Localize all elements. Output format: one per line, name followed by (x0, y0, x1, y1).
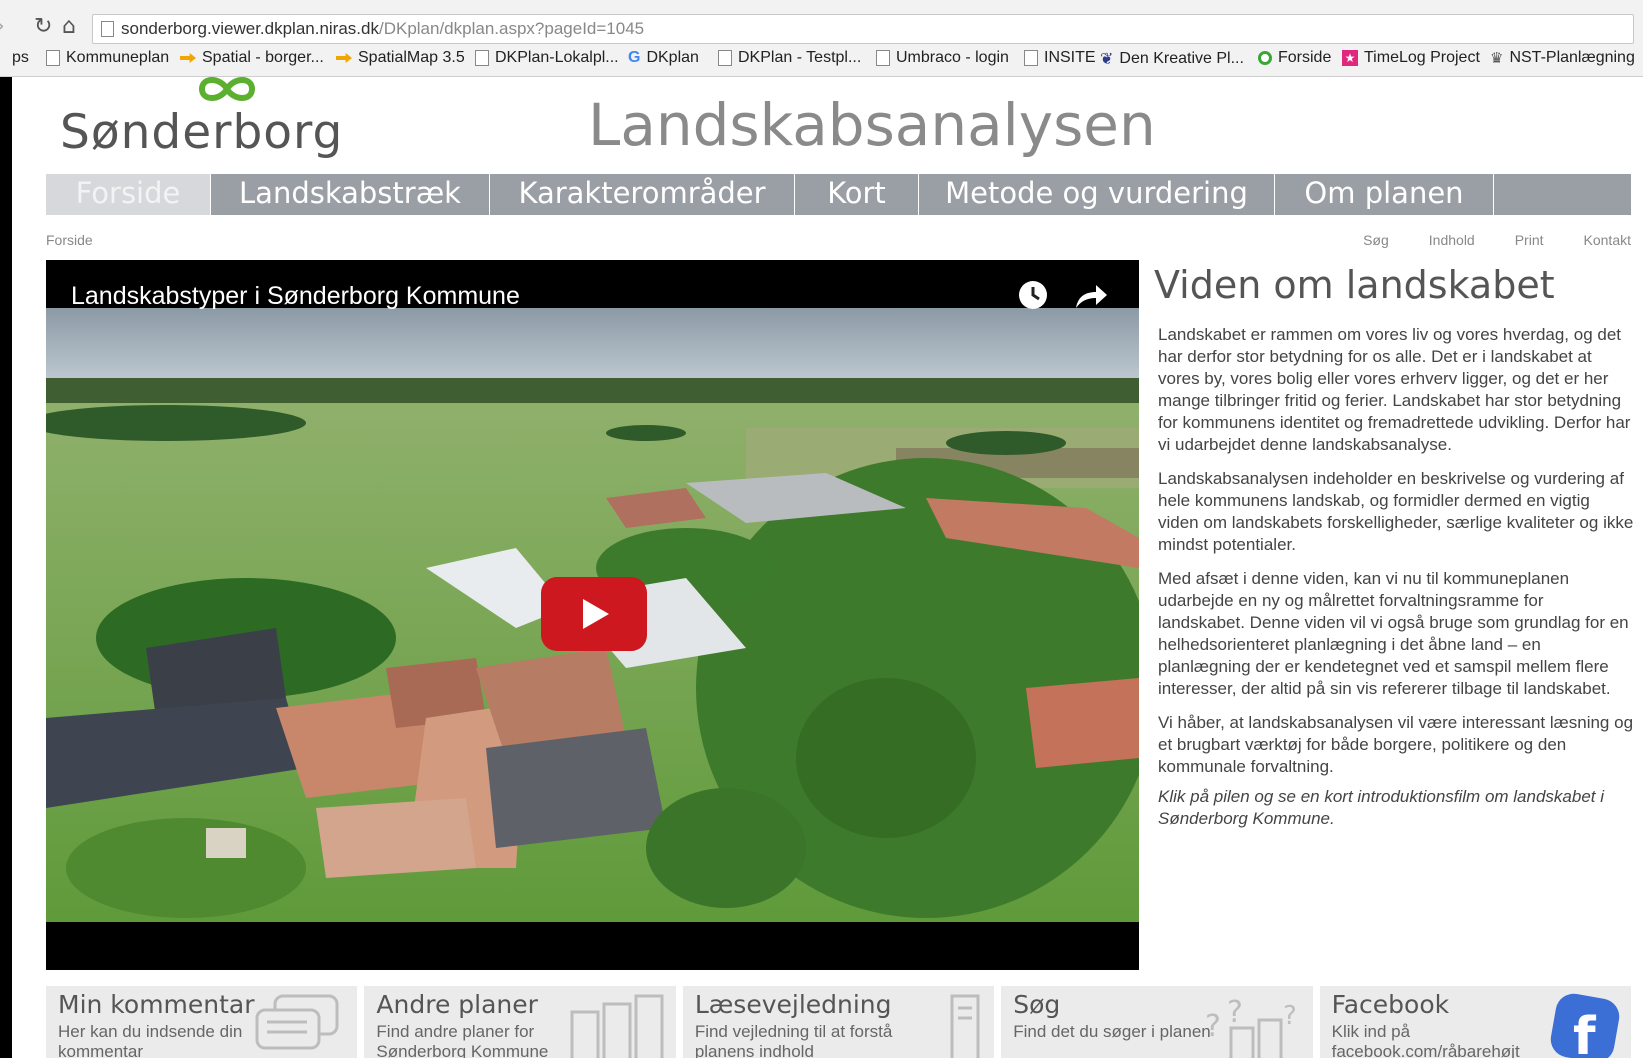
tile-title: Andre planer (376, 990, 538, 1019)
bookmark-item[interactable]: Umbraco - login (876, 49, 1009, 67)
tile-title: Læsevejledning (694, 990, 892, 1019)
bookmark-item[interactable]: Spatial - borger... (180, 49, 324, 67)
article-paragraph: Med afsæt i denne viden, kan vi nu til k… (1158, 569, 1629, 698)
svg-text:f: f (1573, 1007, 1597, 1058)
crown-icon: ♛ (1490, 50, 1504, 67)
article-heading: Viden om landskabet (1154, 263, 1555, 307)
bookmark-item[interactable]: SpatialMap 3.5 (336, 49, 465, 67)
page-icon (876, 50, 890, 66)
arrow-icon (336, 53, 352, 63)
tile-title: Facebook (1331, 990, 1450, 1019)
svg-text:?: ? (1283, 1001, 1297, 1031)
main-navigation: Forside Landskabstræk Karakterområder Ko… (46, 174, 1631, 215)
bookmark-label: Forside (1278, 49, 1332, 66)
logo-text[interactable]: Sønderborg (60, 105, 343, 160)
page-icon (101, 21, 114, 37)
nav-item-om-planen[interactable]: Om planen (1275, 174, 1494, 215)
nav-item-kort[interactable]: Kort (795, 174, 919, 215)
print-link[interactable]: Print (1515, 232, 1544, 248)
bookmark-item[interactable]: DKPlan - Testpl... (718, 49, 861, 67)
reload-icon[interactable]: ↻ (34, 14, 52, 39)
nav-item-empty (1494, 174, 1631, 215)
nav-item-forside[interactable]: Forside (46, 174, 211, 215)
url-field[interactable]: sonderborg.viewer.dkplan.niras.dk/DKplan… (92, 14, 1634, 44)
url-text: sonderborg.viewer.dkplan.niras.dk/DKplan… (121, 19, 644, 39)
tile-andre-planer[interactable]: Andre planer Find andre planer for Sønde… (364, 986, 676, 1058)
home-icon[interactable]: ⌂ (62, 14, 76, 39)
bookmark-item[interactable]: ps (12, 49, 29, 67)
star-icon: ★ (1342, 50, 1358, 66)
circle-icon (1258, 51, 1272, 65)
infinity-logo-icon (198, 77, 256, 101)
bookmark-item[interactable]: ♛ NST-Planlægning (1490, 49, 1635, 67)
search-link[interactable]: Søg (1363, 232, 1389, 248)
bookmark-label: SpatialMap 3.5 (358, 49, 465, 66)
breadcrumb[interactable]: Forside (46, 232, 93, 248)
bookmark-label: Umbraco - login (896, 49, 1009, 66)
tile-facebook[interactable]: f Facebook Klik ind på facebook.com/råba… (1319, 986, 1632, 1058)
tile-title: Min kommentar (58, 990, 255, 1019)
bookmark-label: TimeLog Project (1364, 49, 1480, 66)
bookmark-item[interactable]: ❦ Den Kreative Pl... (1100, 49, 1244, 69)
bookmark-label: Kommuneplan (66, 49, 170, 66)
bookmark-label: Spatial - borger... (202, 49, 324, 66)
article-paragraph: Vi håber, at landskabsanalysen vil være … (1158, 713, 1634, 776)
bookmark-label: ps (12, 49, 29, 66)
video-title[interactable]: Landskabstyper i Sønderborg Kommune (71, 282, 520, 311)
contact-link[interactable]: Kontakt (1584, 232, 1631, 248)
page-icon (475, 50, 489, 66)
page-icon (718, 50, 732, 66)
bookmark-label: DKplan (646, 49, 699, 66)
bookmark-label: DKPlan - Testpl... (738, 49, 862, 66)
article-paragraph: Landskabsanalysen indeholder en beskrive… (1158, 469, 1634, 554)
nav-item-metode-og-vurdering[interactable]: Metode og vurdering (919, 174, 1275, 215)
clock-icon[interactable] (1018, 280, 1048, 310)
tile-subtitle: Find det du søger i planen (1013, 1022, 1211, 1041)
bookmark-label: Den Kreative Pl... (1119, 50, 1244, 67)
feather-icon: ❦ (1100, 51, 1114, 68)
arrow-icon (180, 53, 196, 63)
bookmarks-bar: ps Kommuneplan Spatial - borger... SpatialM… (0, 46, 1643, 72)
tile-laesevejledning[interactable]: Læsevejledning Find vejledning til at fo… (682, 986, 995, 1058)
article-note: Klik på pilen og se en kort introduktion… (1158, 787, 1605, 828)
bookmark-label: INSITE (1044, 49, 1096, 66)
bookmark-item[interactable]: DKPlan-Lokalpl... (475, 49, 619, 67)
bookmark-label: NST-Planlægning (1509, 49, 1635, 66)
tile-subtitle: Klik ind på facebook.com/råbarehøjt (1331, 1022, 1520, 1058)
bookmark-item[interactable]: Kommuneplan (46, 49, 169, 67)
address-bar-row: › ↻ ⌂ sonderborg.viewer.dkplan.niras.dk/… (0, 10, 1643, 46)
contents-link[interactable]: Indhold (1429, 232, 1475, 248)
site-title: Landskabsanalysen (588, 91, 1156, 159)
tile-soeg[interactable]: ? ? ? Søg Find det du søger i planen (1001, 986, 1313, 1058)
bookmark-item[interactable]: Forside (1258, 49, 1331, 67)
share-arrow-icon[interactable] (1074, 282, 1108, 310)
tile-subtitle: Her kan du indsende din kommentar (58, 1022, 243, 1058)
nav-item-karakteromraader[interactable]: Karakterområder (490, 174, 795, 215)
bookmark-item[interactable]: G DKplan (628, 49, 699, 67)
tile-min-kommentar[interactable]: Min kommentar Her kan du indsende din ko… (46, 986, 358, 1058)
page-icon (46, 50, 60, 66)
tile-subtitle: Find andre planer for Sønderborg Kommune (376, 1022, 549, 1058)
nav-item-landskabstraek[interactable]: Landskabstræk (211, 174, 490, 215)
youtube-play-icon[interactable] (541, 577, 647, 651)
quick-links: Min kommentar Her kan du indsende din ko… (46, 986, 1632, 1058)
bookmark-label: DKPlan-Lokalpl... (495, 49, 619, 66)
utility-links: Søg Indhold Print Kontakt (1363, 232, 1631, 248)
article-paragraph: Landskabet er rammen om vores liv og vor… (1158, 325, 1631, 454)
article: Viden om landskabet Landskabet er rammen… (1154, 260, 1634, 830)
video-player[interactable]: Landskabstyper i Sønderborg Kommune (46, 260, 1139, 970)
url-host: sonderborg.viewer.dkplan.niras.dk (121, 19, 379, 38)
bookmark-item[interactable]: ★ TimeLog Project (1342, 49, 1480, 67)
url-path: /DKplan/dkplan.aspx?pageId=1045 (378, 19, 645, 38)
forward-icon[interactable]: › (0, 14, 5, 39)
google-icon: G (628, 49, 641, 66)
bookmark-item[interactable]: INSITE (1024, 49, 1096, 67)
browser-chrome: › ↻ ⌂ sonderborg.viewer.dkplan.niras.dk/… (0, 0, 1643, 77)
tile-title: Søg (1013, 990, 1061, 1019)
page-icon (1024, 50, 1038, 66)
webpage: Sønderborg Landskabsanalysen Forside Lan… (12, 77, 1643, 1058)
tile-subtitle: Find vejledning til at forstå planens in… (694, 1022, 893, 1058)
